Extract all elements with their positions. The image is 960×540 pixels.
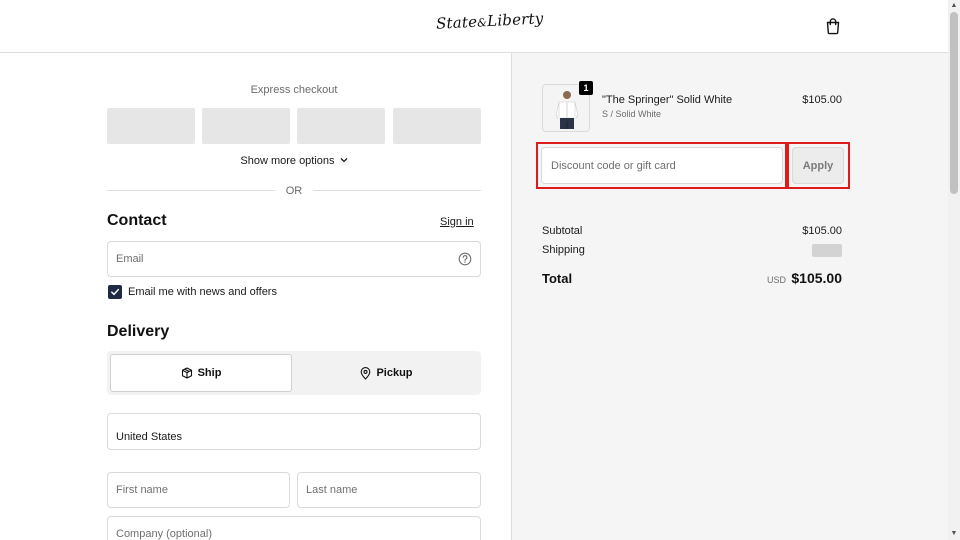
discount-placeholder: Discount code or gift card: [551, 159, 676, 172]
store-logo[interactable]: State&Liberty: [436, 9, 544, 33]
discount-code-input[interactable]: Discount code or gift card: [541, 147, 783, 184]
scrollbar-thumb[interactable]: [950, 12, 958, 194]
express-pay-button-1[interactable]: [107, 108, 195, 144]
last-name-placeholder: Last name: [306, 484, 358, 496]
subtotal-label: Subtotal: [542, 225, 583, 237]
last-name-field[interactable]: Last name: [297, 472, 481, 508]
show-more-label: Show more options: [240, 155, 335, 167]
newsletter-label[interactable]: Email me with news and offers: [128, 286, 277, 298]
sign-in-link[interactable]: Sign in: [440, 216, 474, 228]
or-text: OR: [285, 185, 303, 197]
shipping-value-loading: [812, 244, 842, 257]
country-select[interactable]: United States: [107, 413, 481, 450]
divider-line-right: [313, 190, 481, 191]
country-value: United States: [116, 430, 183, 443]
scroll-down-arrow-icon[interactable]: ▼: [948, 530, 960, 538]
checkout-page: State&Liberty Express checkout Show more…: [0, 0, 960, 540]
product-name: "The Springer" Solid White: [602, 94, 733, 106]
product-price: $105.00: [802, 94, 842, 106]
company-field[interactable]: Company (optional): [107, 516, 481, 540]
total-label: Total: [542, 271, 573, 286]
help-circle-icon[interactable]: [458, 252, 472, 266]
location-pin-icon: [361, 366, 371, 380]
ship-option-label: Ship: [197, 367, 222, 379]
shipping-label: Shipping: [542, 244, 585, 256]
header: State&Liberty: [0, 0, 948, 53]
quantity-badge: 1: [579, 81, 593, 95]
express-pay-button-4[interactable]: [393, 108, 481, 144]
shopping-bag-icon[interactable]: [824, 17, 842, 35]
apply-discount-button[interactable]: Apply: [792, 147, 844, 184]
show-more-options-button[interactable]: Show more options: [107, 155, 481, 167]
email-placeholder: Email: [116, 253, 144, 265]
pickup-option[interactable]: Pickup: [295, 354, 478, 392]
contact-title: Contact: [107, 212, 167, 229]
express-checkout-label: Express checkout: [250, 84, 338, 96]
or-divider: OR: [107, 184, 481, 198]
pickup-option-label: Pickup: [376, 367, 413, 379]
company-placeholder: Company (optional): [116, 528, 212, 540]
chevron-down-icon: [340, 158, 348, 163]
total-value: $105.00: [791, 270, 842, 286]
newsletter-checkbox[interactable]: [108, 285, 122, 299]
page-scrollbar[interactable]: ▲ ▼: [948, 0, 960, 540]
email-field[interactable]: Email: [107, 241, 481, 277]
delivery-title: Delivery: [107, 323, 170, 340]
express-pay-button-3[interactable]: [297, 108, 385, 144]
checkmark-icon: [111, 288, 120, 296]
package-icon: [181, 367, 192, 379]
ship-option[interactable]: Ship: [110, 354, 292, 392]
scroll-up-arrow-icon[interactable]: ▲: [948, 2, 960, 10]
product-variant: S / Solid White: [602, 109, 662, 119]
express-pay-button-2[interactable]: [202, 108, 290, 144]
logo-text-liberty: Liberty: [486, 9, 544, 31]
delivery-method-toggle: Ship Pickup: [107, 351, 481, 395]
first-name-placeholder: First name: [116, 484, 168, 496]
first-name-field[interactable]: First name: [107, 472, 290, 508]
subtotal-value: $105.00: [802, 225, 842, 237]
logo-text-state: State: [435, 12, 478, 33]
